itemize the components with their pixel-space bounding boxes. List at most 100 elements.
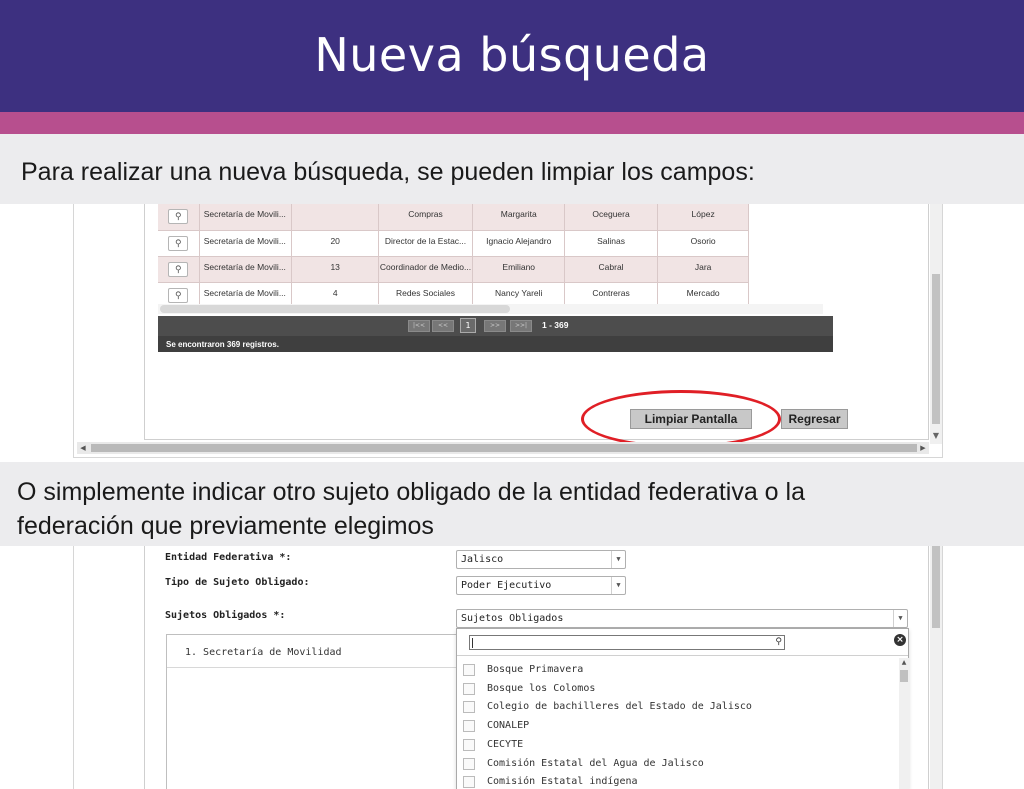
search-icon[interactable]: ⚲	[775, 636, 782, 649]
form-panel: Entidad Federativa *: Jalisco ▼ Tipo de …	[144, 546, 929, 789]
last-page-button[interactable]: >>|	[510, 320, 532, 332]
option-checkbox[interactable]	[463, 664, 475, 676]
back-button[interactable]: Regresar	[781, 409, 848, 429]
results-panel: ⚲ Secretaría de Movili... Compras Margarita…	[144, 204, 929, 448]
highlight-circle	[581, 390, 781, 448]
caption-middle: O simplemente indicar otro sujeto obliga…	[0, 462, 1024, 546]
option-checkbox[interactable]	[463, 720, 475, 733]
pager-bar: |<< << 1 >> >>| 1 - 369	[158, 316, 833, 336]
subjects-dropdown: ⚲ × Bosque Primavera Bosque los Colomos Co…	[456, 628, 909, 789]
next-page-button[interactable]: >>	[484, 320, 506, 332]
table-cell-spacer	[748, 204, 823, 230]
prev-page-button[interactable]: <<	[432, 320, 454, 332]
table-cell-apellido2: Osorio	[657, 230, 750, 257]
results-table: ⚲ Secretaría de Movili... Compras Margarita…	[158, 204, 823, 309]
dropdown-option[interactable]: Comisión Estatal indígena	[463, 773, 893, 789]
dropdown-search-input[interactable]: ⚲	[469, 635, 785, 650]
table-cell-apellido1: Oceguera	[564, 204, 658, 231]
option-checkbox[interactable]	[463, 682, 475, 695]
table-cell-apellido2: López	[657, 204, 750, 231]
results-screenshot: ⚲ Secretaría de Movili... Compras Margarita…	[73, 204, 943, 458]
dropdown-option[interactable]: Bosque Primavera	[463, 661, 893, 679]
chevron-down-icon[interactable]: ▼	[611, 577, 625, 594]
dropdown-divider	[457, 655, 908, 656]
option-label: Bosque los Colomos	[487, 682, 596, 694]
slide-header: Nueva búsqueda	[0, 0, 1024, 112]
table-row[interactable]: ⚲ Secretaría de Movili... 13 Coordinador de…	[158, 256, 823, 283]
horizontal-scroll-thumb[interactable]	[91, 444, 917, 452]
table-cell-puesto: Coordinador de Medio...	[378, 256, 474, 283]
magnifier-icon[interactable]: ⚲	[168, 261, 189, 277]
vertical-scroll-thumb[interactable]	[932, 274, 940, 424]
option-checkbox[interactable]	[463, 776, 475, 789]
table-cell: ⚲	[158, 230, 200, 257]
table-cell-nombre: Emiliano	[472, 256, 566, 283]
dropdown-scrollbar[interactable]: ▲	[899, 658, 909, 789]
form-vertical-scrollbar[interactable]	[930, 546, 942, 789]
table-cell-dependencia: Secretaría de Movili...	[199, 230, 293, 257]
table-cell-apellido2: Jara	[657, 256, 750, 283]
option-label: Comisión Estatal indígena	[487, 776, 638, 788]
option-label: CONALEP	[487, 720, 530, 732]
scroll-up-arrow-icon[interactable]: ▲	[899, 658, 909, 668]
table-row[interactable]: ⚲ Secretaría de Movili... 20 Director de la…	[158, 230, 823, 257]
table-cell-puesto: Director de la Estac...	[378, 230, 474, 257]
chevron-down-icon[interactable]: ▼	[893, 610, 907, 627]
dropdown-option[interactable]: CECYTE	[463, 736, 893, 754]
table-cell-dependencia: Secretaría de Movili...	[199, 256, 293, 283]
list-item[interactable]: 1. Secretaría de Movilidad	[167, 635, 465, 668]
table-cell-nombre: Margarita	[472, 204, 566, 231]
table-cell: ⚲	[158, 256, 200, 283]
dropdown-scroll-thumb[interactable]	[900, 670, 908, 682]
caption-top: Para realizar una nueva búsqueda, se pue…	[0, 134, 1024, 204]
option-checkbox[interactable]	[463, 757, 475, 770]
tipo-select[interactable]: Poder Ejecutivo ▼	[456, 576, 626, 595]
form-screenshot: Entidad Federativa *: Jalisco ▼ Tipo de …	[73, 546, 943, 789]
dropdown-option[interactable]: Bosque los Colomos	[463, 680, 893, 698]
grid-horizontal-scrollbar[interactable]	[158, 304, 823, 314]
dropdown-option[interactable]: CONALEP	[463, 717, 893, 735]
selected-subjects-list: 1. Secretaría de Movilidad	[166, 634, 466, 789]
sujetos-label: Sujetos Obligados *:	[165, 610, 286, 621]
clear-icon[interactable]: ×	[894, 634, 906, 646]
slide-title: Nueva búsqueda	[314, 28, 710, 82]
table-cell-apellido1: Salinas	[564, 230, 658, 257]
table-cell-numero: 20	[291, 230, 379, 257]
table-cell-numero	[291, 204, 379, 231]
results-vertical-scrollbar[interactable]: ▼	[930, 204, 942, 444]
current-page-indicator[interactable]: 1	[460, 318, 476, 333]
scroll-left-arrow-icon[interactable]: ◀	[77, 442, 89, 454]
magnifier-icon[interactable]: ⚲	[168, 209, 189, 224]
first-page-button[interactable]: |<<	[408, 320, 430, 332]
text-caret	[472, 638, 473, 648]
results-horizontal-scrollbar[interactable]: ◀ ▶	[77, 442, 929, 454]
entidad-select[interactable]: Jalisco ▼	[456, 550, 626, 569]
caption-middle-line2: federación que previamente elegimos	[17, 512, 434, 540]
option-checkbox[interactable]	[463, 738, 475, 751]
table-cell: ⚲	[158, 204, 200, 231]
tipo-label: Tipo de Sujeto Obligado:	[165, 577, 310, 588]
magnifier-icon[interactable]: ⚲	[168, 235, 189, 251]
option-label: Bosque Primavera	[487, 664, 584, 675]
dropdown-option[interactable]: Colegio de bachilleres del Estado de Jal…	[463, 698, 893, 716]
form-scroll-thumb[interactable]	[932, 546, 940, 628]
sujetos-select[interactable]: Sujetos Obligados ▼	[456, 609, 908, 628]
header-stripe	[0, 112, 1024, 134]
table-cell-nombre: Ignacio Alejandro	[472, 230, 566, 257]
magnifier-icon[interactable]: ⚲	[168, 287, 189, 303]
caption-middle-line1: O simplemente indicar otro sujeto obliga…	[17, 478, 805, 506]
chevron-down-icon[interactable]: ▼	[611, 551, 625, 568]
dropdown-option[interactable]: Comisión Estatal del Agua de Jalisco	[463, 755, 893, 773]
grid-scroll-thumb[interactable]	[160, 305, 510, 313]
table-row[interactable]: ⚲ Secretaría de Movili... Compras Margarita…	[158, 204, 823, 231]
option-checkbox[interactable]	[463, 701, 475, 714]
scroll-right-arrow-icon[interactable]: ▶	[917, 442, 929, 454]
table-cell-dependencia: Secretaría de Movili...	[199, 204, 293, 231]
table-cell-numero: 13	[291, 256, 379, 283]
option-label: Comisión Estatal del Agua de Jalisco	[487, 757, 704, 769]
scroll-down-arrow-icon[interactable]: ▼	[930, 430, 942, 442]
page-range: 1 - 369	[542, 320, 569, 330]
tipo-value: Poder Ejecutivo	[461, 580, 552, 591]
entidad-value: Jalisco	[461, 554, 504, 565]
sujetos-value: Sujetos Obligados	[461, 613, 564, 624]
